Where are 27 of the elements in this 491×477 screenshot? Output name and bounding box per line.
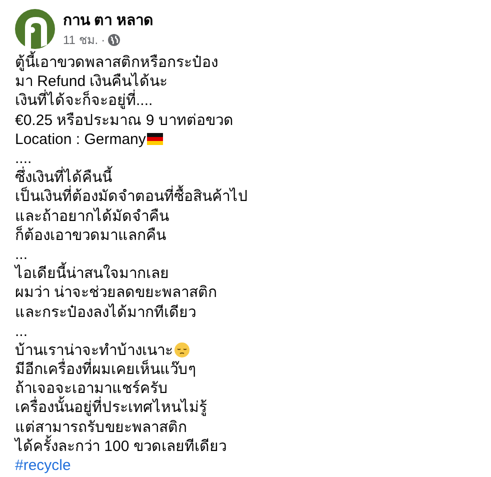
post-text-line: แต่สามารถรับขยะพลาสติก: [15, 418, 187, 436]
post-text-line: ....: [15, 149, 32, 168]
post-text-line: และกระป๋องลงได้มากทีเดียว: [15, 302, 196, 322]
post-text-line: ได้ครั้งละกว่า 100 ขวดเลยทีเดียว: [15, 436, 226, 456]
post-text-line: บ้านเราน่าจะทำบ้างเนาะ: [15, 340, 173, 359]
post-text-line: ก็ต้องเอาขวดมาแลกคืน: [15, 226, 166, 245]
post-text-line: ไอเดียนี้น่าสนใจมากเลย: [15, 264, 169, 284]
post-text-line: ถ้าเจอจะเอามาแชร์ครับ: [15, 379, 168, 398]
page-name[interactable]: กาน ตา หลาด: [63, 10, 154, 30]
post-text-line: ตู้นี้เอาขวดพลาสติกหรือกระป๋อง: [15, 53, 218, 72]
post-text-line: และถ้าอยากได้มัดจำคืน: [15, 206, 169, 226]
post-text-line: ...: [15, 322, 28, 341]
post-text-line: เป็นเงินที่ต้องมัดจำตอนที่ซื้อสินค้าไป: [15, 187, 248, 206]
post-time[interactable]: 11 ชม.: [63, 32, 98, 48]
hashtag-link[interactable]: #recycle: [15, 456, 71, 476]
post-text-line: Location : Germany: [15, 130, 146, 149]
emoji-face-icon: [174, 342, 190, 358]
post-text-line: เครื่องนั้นอยู่ที่ประเทศไหนไม่รู้: [15, 398, 207, 418]
post-text-line: ผมว่า น่าจะช่วยลดขยะพลาสติก: [15, 283, 218, 302]
separator-dot: ·: [101, 32, 106, 48]
post-text-line: เงินที่ได้จะก็จะอยู่ที่....: [15, 91, 153, 110]
flag-icon: [146, 133, 163, 146]
post-text-line: €0.25 หรือประมาณ 9 บาทต่อขวด: [15, 110, 234, 130]
post-text-line: มีอีกเครื่องที่ผมเคยเห็นแว๊บๆ: [15, 360, 196, 380]
post-text-line: มา Refund เงินคืนได้นะ: [15, 72, 168, 90]
post-text-line: ...: [15, 244, 28, 263]
avatar-icon[interactable]: [15, 9, 55, 49]
